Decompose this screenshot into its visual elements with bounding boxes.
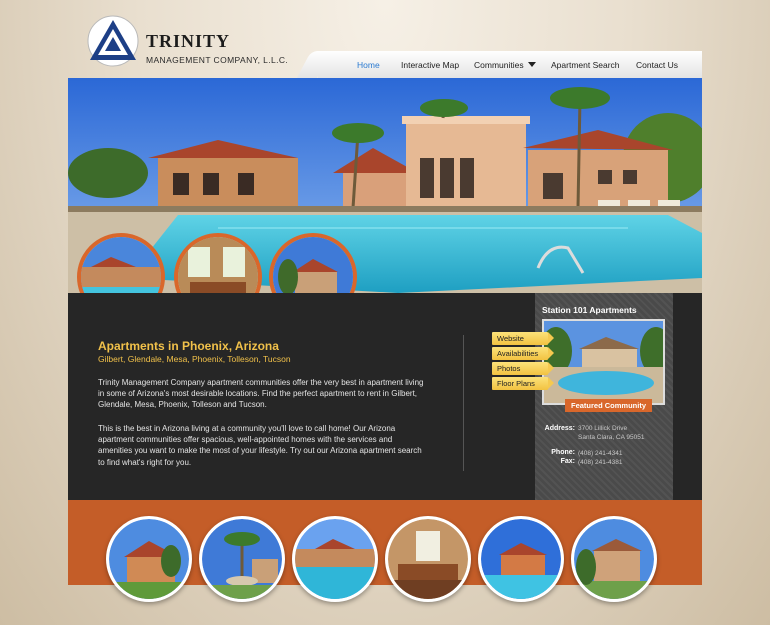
main-nav: Home Interactive Map Communities Apartme… [318, 51, 702, 78]
gallery-thumb-2[interactable] [199, 516, 285, 602]
nav-interactive-map[interactable]: Interactive Map [401, 60, 459, 70]
tab-floor-plans[interactable]: Floor Plans [492, 377, 554, 390]
text-line: This is the best in Arizona living at a … [98, 424, 396, 433]
featured-tabs: Website Availabilities Photos Floor Plan… [492, 332, 554, 392]
pool-photo-icon [481, 519, 561, 599]
community-gallery [68, 500, 702, 602]
nav-apartment-search[interactable]: Apartment Search [551, 60, 620, 70]
text-line: amenities you want to make the most of y… [98, 446, 422, 456]
building-photo-icon [574, 519, 654, 599]
pool-photo-icon [295, 519, 375, 599]
intro-paragraph-2: This is the best in Arizona living at a … [98, 423, 428, 468]
city-list: Gilbert, Glendale, Mesa, Phoenix, Tolles… [98, 354, 291, 364]
logo[interactable]: TRINITY MANAGEMENT COMPANY, L.L.C. [86, 14, 326, 70]
fax-label: Fax: [560, 458, 575, 465]
text-line: Trinity Management Company apartment com… [98, 378, 424, 387]
address-label: Address: [544, 425, 575, 432]
fax-value: (408) 241-4381 [578, 459, 623, 466]
intro-panel: Apartments in Phoenix, Arizona Gilbert, … [68, 293, 702, 500]
address-line-1: 3700 Lillick Drive [578, 425, 628, 432]
text-line: to find what's right for you. [98, 457, 192, 467]
page-title: Apartments in Phoenix, Arizona [98, 339, 279, 353]
nav-communities[interactable]: Communities [474, 60, 536, 70]
nav-communities-label: Communities [474, 60, 524, 70]
address-value: 3700 Lillick Drive Santa Clara, CA 95051 [578, 425, 645, 442]
community-photo-icon [109, 519, 189, 599]
interior-photo-icon [178, 237, 258, 293]
featured-community: Station 101 Apartments Featured Communit… [535, 293, 673, 500]
phone-label: Phone: [551, 449, 575, 456]
nav-contact-us[interactable]: Contact Us [636, 60, 678, 70]
gallery-thumb-5[interactable] [478, 516, 564, 602]
featured-pool-photo-icon [544, 321, 663, 403]
address-line-2: Santa Clara, CA 95051 [578, 433, 645, 441]
text-line: apartment communities offer spacious, we… [98, 435, 393, 445]
page: TRINITY MANAGEMENT COMPANY, L.L.C. Home … [0, 0, 770, 625]
hero-banner [68, 78, 702, 293]
featured-badge: Featured Community [565, 399, 653, 412]
pool-photo-icon [81, 237, 161, 293]
tab-availabilities[interactable]: Availabilities [492, 347, 554, 360]
phone-value[interactable]: (408) 241-4341 [578, 450, 622, 459]
hero-pool-photo [68, 78, 702, 293]
intro-paragraph-1: Trinity Management Company apartment com… [98, 377, 428, 411]
featured-title: Station 101 Apartments [542, 305, 637, 315]
featured-photo[interactable] [542, 319, 665, 405]
caret-down-icon [527, 62, 536, 67]
brand-subtitle: MANAGEMENT COMPANY, L.L.C. [146, 55, 289, 65]
gallery-thumb-1[interactable] [106, 516, 192, 602]
gallery-thumb-6[interactable] [571, 516, 657, 602]
brand-name: TRINITY [146, 31, 231, 51]
tab-photos[interactable]: Photos [492, 362, 554, 375]
gallery-thumb-3[interactable] [292, 516, 378, 602]
interior-photo-icon [388, 519, 468, 599]
building-photo-icon [273, 237, 353, 293]
text-line: Glendale, Mesa, Phoenix, Tolleson and Tu… [98, 400, 267, 410]
divider [463, 335, 464, 471]
gallery-thumb-4[interactable] [385, 516, 471, 602]
tab-website[interactable]: Website [492, 332, 554, 345]
text-line: in some of Arizona's most desirable loca… [98, 389, 418, 399]
trinity-logo-icon [87, 15, 139, 67]
nav-home[interactable]: Home [357, 60, 380, 70]
fountain-photo-icon [202, 519, 282, 599]
